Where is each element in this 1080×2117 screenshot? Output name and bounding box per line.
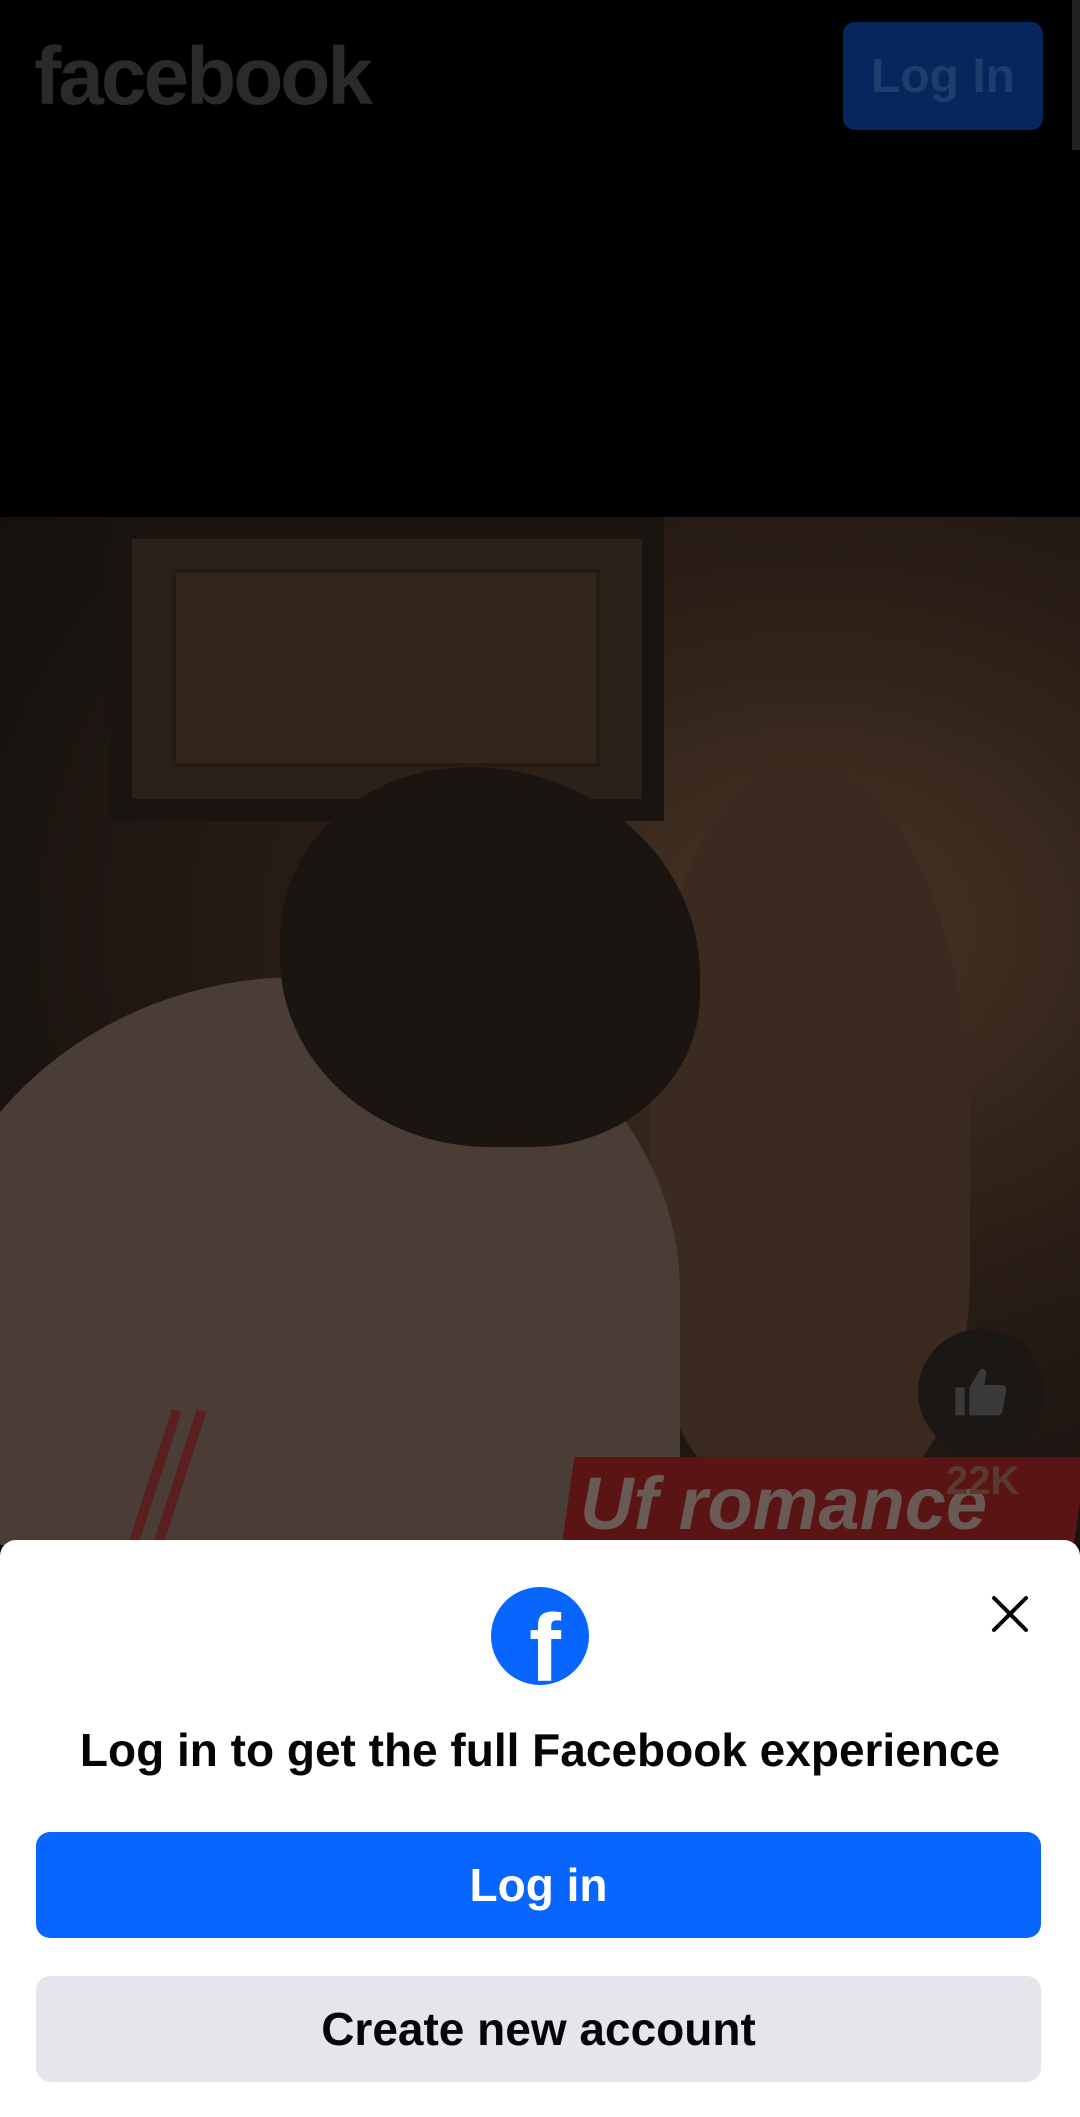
- man-head: [280, 767, 700, 1147]
- header-login-button[interactable]: Log In: [843, 22, 1043, 130]
- video-letterbox: [0, 150, 1080, 517]
- facebook-glyph: f: [529, 1595, 561, 1686]
- like-button[interactable]: [918, 1329, 1044, 1455]
- like-count: 22K: [946, 1459, 1020, 1503]
- login-prompt-sheet: f Log in to get the full Facebook experi…: [0, 1540, 1080, 2117]
- picture-inner: [172, 569, 600, 767]
- create-account-button[interactable]: Create new account: [36, 1976, 1041, 2082]
- background-picture-frame: [110, 517, 664, 821]
- video-player[interactable]: Uf romance 22K: [0, 517, 1080, 1545]
- sheet-title: Log in to get the full Facebook experien…: [79, 1724, 1001, 1776]
- thumbs-up-icon: [955, 1368, 1007, 1416]
- close-icon[interactable]: [986, 1590, 1034, 1638]
- login-button[interactable]: Log in: [36, 1832, 1041, 1938]
- shirt-stripe: [153, 1408, 207, 1545]
- video-caption: Uf romance: [580, 1462, 988, 1545]
- facebook-logo[interactable]: facebook: [34, 30, 373, 124]
- top-bar: facebook Log In: [0, 0, 1080, 150]
- facebook-icon: f: [491, 1587, 589, 1685]
